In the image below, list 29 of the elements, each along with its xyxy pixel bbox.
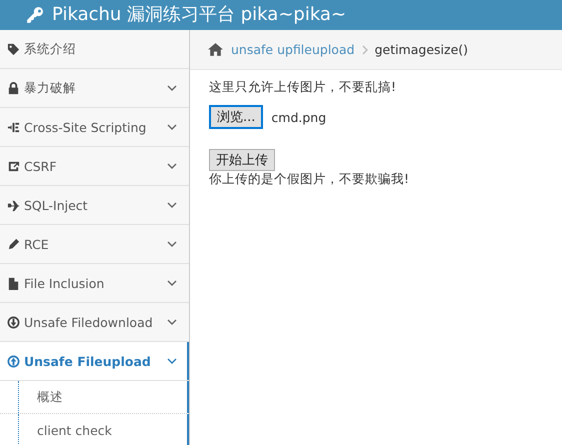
result-message: 你上传的是个假图片，不要欺骗我! bbox=[209, 171, 410, 188]
sidebar-item[interactable]: RCE bbox=[0, 225, 189, 264]
submenu-item[interactable]: client check bbox=[0, 414, 189, 445]
share-icon bbox=[7, 160, 20, 172]
plane-icon bbox=[7, 198, 20, 212]
sidebar-item[interactable]: SQL-Inject bbox=[0, 186, 189, 225]
sidebar-item[interactable]: File Inclusion bbox=[0, 264, 189, 303]
pencil-icon bbox=[7, 238, 20, 250]
sidebar-item[interactable]: Unsafe Filedownload bbox=[0, 303, 189, 342]
upload-button[interactable]: 开始上传 bbox=[209, 149, 275, 171]
upload-icon bbox=[7, 354, 20, 368]
browse-button[interactable]: 浏览... bbox=[209, 105, 264, 129]
sidebar-item[interactable]: Cross-Site Scripting bbox=[0, 108, 189, 147]
app-title: Pikachu 漏洞练习平台 pika~pika~ bbox=[52, 3, 346, 27]
tag-icon bbox=[7, 42, 20, 56]
submenu-item[interactable]: 概述 bbox=[0, 381, 189, 414]
lock-icon bbox=[7, 82, 20, 94]
instruction-text: 这里只允许上传图片，不要乱搞! bbox=[209, 79, 398, 96]
sidebar-item[interactable]: Unsafe Fileupload bbox=[0, 342, 189, 381]
sidebar-item[interactable]: CSRF bbox=[0, 147, 189, 186]
list-icon bbox=[7, 120, 20, 134]
separator-icon bbox=[362, 44, 368, 54]
sidebar-item[interactable]: 系统介绍 bbox=[0, 30, 189, 69]
home-icon bbox=[207, 42, 224, 57]
sidebar-item[interactable]: 暴力破解 bbox=[0, 69, 189, 108]
breadcrumb-current: getimagesize() bbox=[374, 42, 468, 57]
download-icon bbox=[7, 316, 20, 328]
file-icon bbox=[7, 276, 20, 290]
file-name: cmd.png bbox=[271, 110, 326, 124]
